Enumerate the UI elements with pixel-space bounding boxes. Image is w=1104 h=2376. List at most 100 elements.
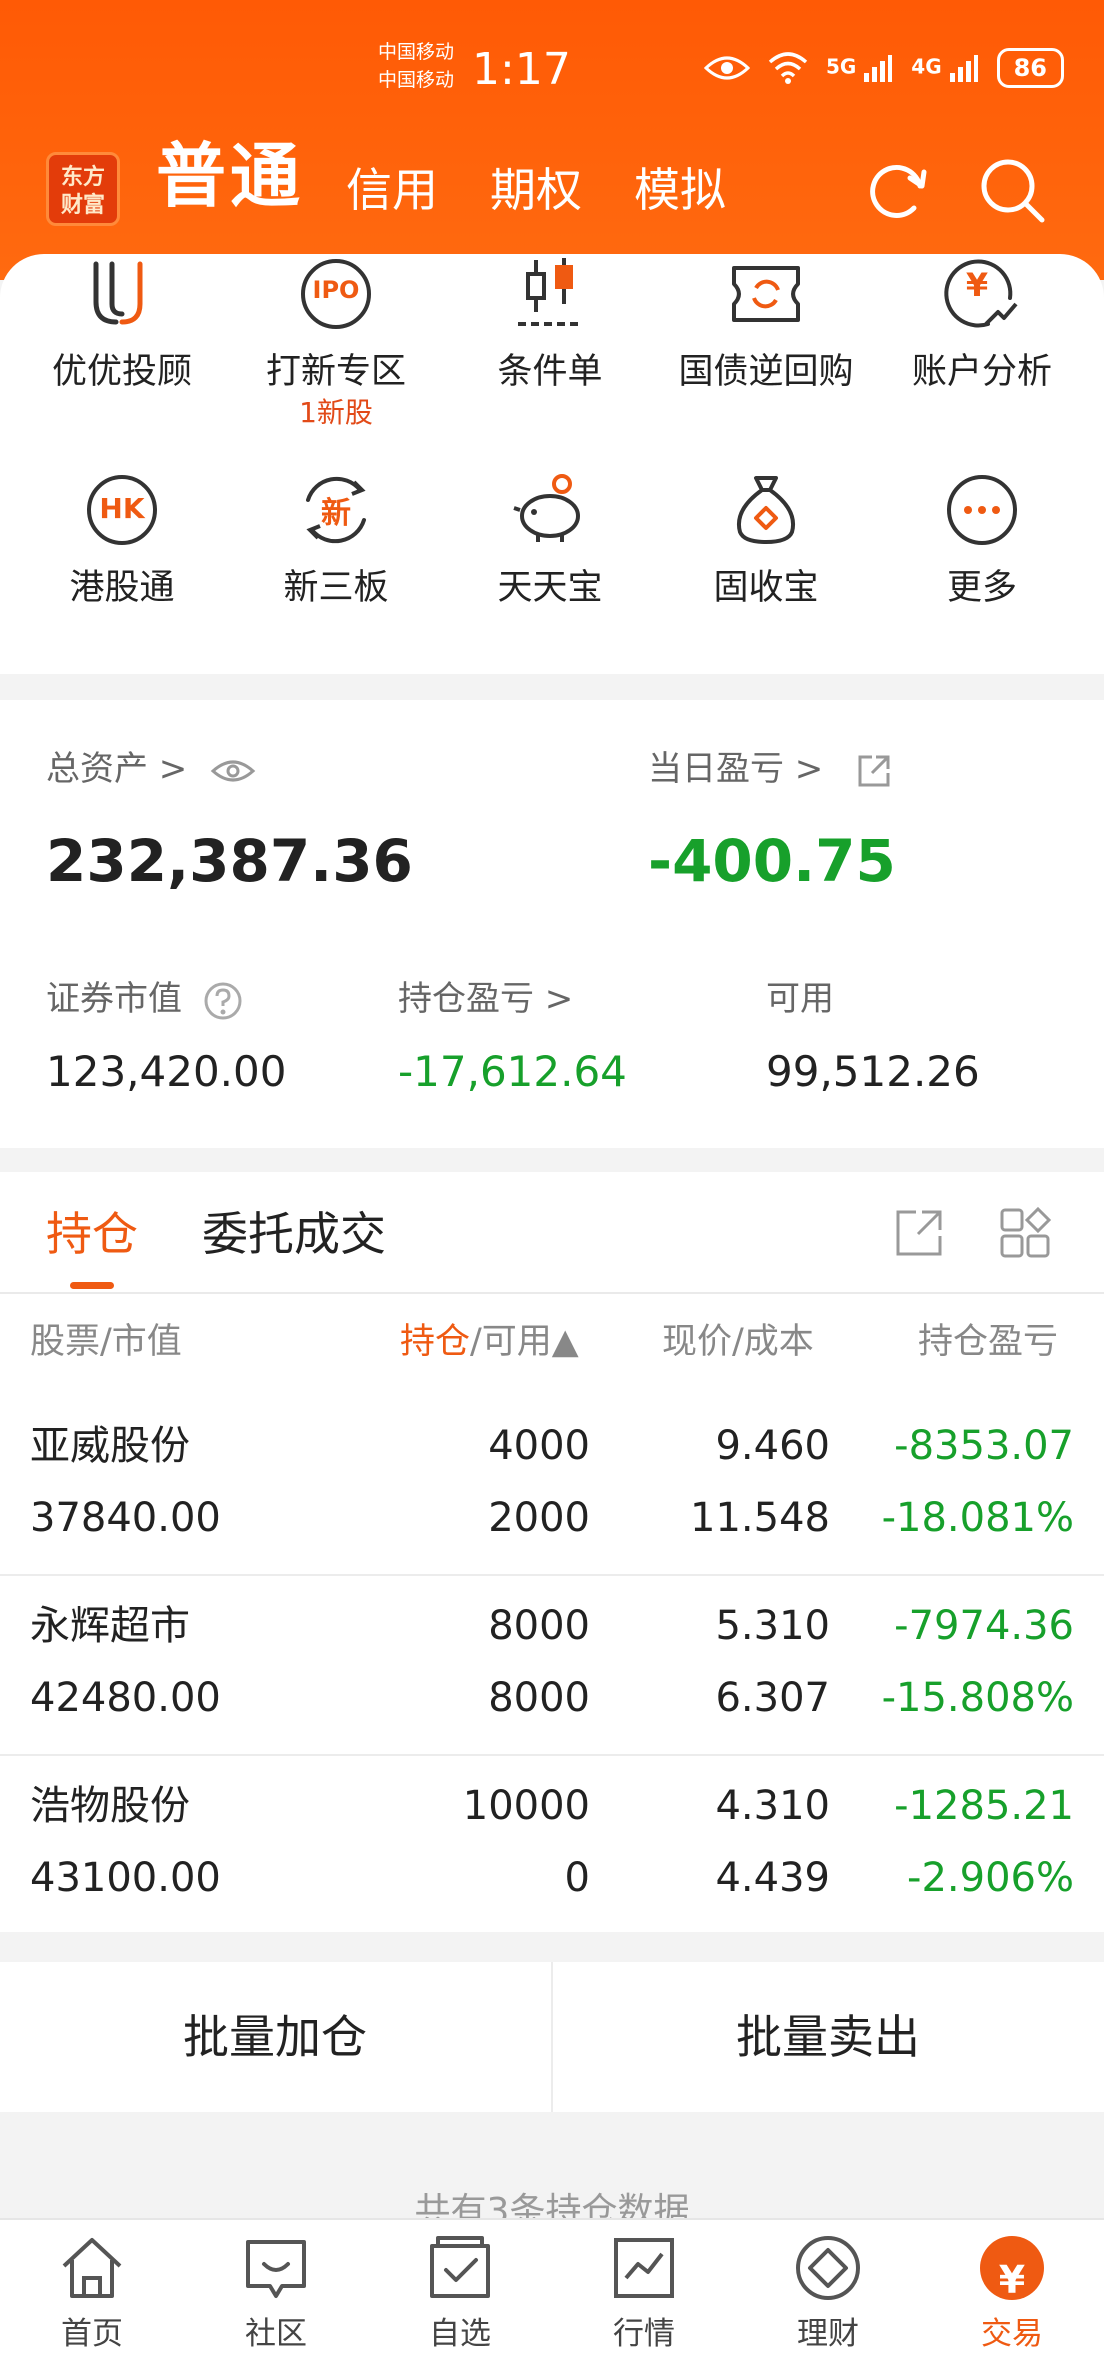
- stock-cost: 6.307: [715, 1675, 830, 1721]
- stock-name: 永辉超市: [30, 1603, 190, 1649]
- nav-label: 理财: [797, 2316, 859, 2352]
- stock-pl: -1285.21: [894, 1783, 1074, 1829]
- nav-home[interactable]: 首页: [12, 2232, 172, 2356]
- stock-pl-percent: -15.808%: [881, 1675, 1074, 1721]
- batch-add-button[interactable]: 批量加仓: [0, 1962, 550, 2112]
- tab-orders[interactable]: 委托成交: [202, 1202, 386, 1266]
- candlestick-icon: [518, 258, 582, 326]
- batch-sell-button[interactable]: 批量卖出: [553, 1962, 1103, 2112]
- share-icon[interactable]: [892, 1206, 946, 1260]
- stock-pl-percent: -18.081%: [881, 1495, 1074, 1541]
- quick-item-label: 港股通: [69, 568, 175, 608]
- refresh-icon[interactable]: [862, 156, 932, 226]
- asset-summary: 总资产 > 232,387.36 当日盈亏 > -400.75 证券市值 123…: [0, 700, 1104, 1148]
- quick-item-neeq[interactable]: 新 新三板: [226, 470, 446, 612]
- signal-4g: 4G: [911, 53, 978, 83]
- uu-advisor-icon: [93, 261, 143, 325]
- new-stock-badge: 1新股: [299, 396, 373, 429]
- col-header-stock: 股票/市值: [30, 1322, 182, 1362]
- tab-holdings[interactable]: 持仓: [46, 1202, 138, 1266]
- quick-item-label: 账户分析: [911, 352, 1052, 392]
- tab-normal[interactable]: 普通: [156, 126, 304, 226]
- help-icon[interactable]: [203, 981, 243, 1021]
- neeq-icon-text: 新: [321, 496, 351, 531]
- nav-watchlist[interactable]: 自选: [380, 2232, 540, 2356]
- table-row[interactable]: 永辉超市 42480.00 8000 8000 5.310 6.307 -797…: [0, 1576, 1104, 1756]
- quick-item-label: 条件单: [497, 352, 603, 392]
- tab-divider: [0, 1292, 1104, 1294]
- quick-item-reverse-repo[interactable]: 国债逆回购: [656, 254, 876, 396]
- stock-available: 2000: [488, 1495, 590, 1541]
- nav-trade[interactable]: ¥ 交易: [932, 2232, 1092, 2356]
- quick-item-label: 新三板: [283, 568, 389, 608]
- holding-pl-label[interactable]: 持仓盈亏 >: [398, 976, 573, 1022]
- quick-item-tiantianbao[interactable]: 天天宝: [440, 470, 660, 612]
- table-row[interactable]: 亚威股份 37840.00 4000 2000 9.460 11.548 -83…: [0, 1396, 1104, 1576]
- tab-credit[interactable]: 信用: [346, 140, 438, 240]
- stock-name: 浩物股份: [30, 1783, 190, 1829]
- total-assets-label[interactable]: 总资产 >: [46, 746, 256, 792]
- more-icon: [947, 475, 1017, 545]
- hk-icon-text: HK: [99, 492, 145, 525]
- total-assets-value: 232,387.36: [46, 827, 413, 895]
- signal-bars-icon: [864, 55, 893, 82]
- available-funds-label: 可用: [766, 979, 834, 1019]
- account-mode-nav: 东方 财富 普通 信用 期权 模拟: [0, 135, 1104, 240]
- stock-market-value: 43100.00: [30, 1855, 221, 1901]
- stock-price: 9.460: [715, 1423, 830, 1469]
- tab-simulated[interactable]: 模拟: [634, 140, 726, 240]
- nav-market[interactable]: 行情: [564, 2232, 724, 2356]
- col-header-pl: 持仓盈亏: [918, 1322, 1059, 1362]
- quick-item-advisor[interactable]: 优优投顾: [12, 254, 232, 396]
- external-link-icon[interactable]: [854, 751, 894, 791]
- stock-cost: 11.548: [690, 1495, 830, 1541]
- eye-icon[interactable]: [210, 756, 256, 786]
- market-value-label[interactable]: 证券市值: [46, 976, 243, 1022]
- market-value: 123,420.00: [46, 1047, 287, 1096]
- quick-item-guoshoubao[interactable]: 固收宝: [656, 470, 876, 612]
- ipo-icon-text: IPO: [312, 276, 360, 304]
- col-header-price: 现价/成本: [662, 1322, 814, 1362]
- stock-market-value: 37840.00: [30, 1495, 221, 1541]
- search-icon[interactable]: [978, 156, 1048, 226]
- nav-community[interactable]: 社区: [196, 2232, 356, 2356]
- nav-wealth[interactable]: 理财: [748, 2232, 908, 2356]
- quick-item-ipo[interactable]: IPO 打新专区 1新股: [226, 254, 446, 430]
- quick-item-hk-connect[interactable]: HK 港股通: [12, 470, 232, 612]
- stock-pl-percent: -2.906%: [907, 1855, 1074, 1901]
- stock-name: 亚威股份: [30, 1423, 190, 1469]
- active-tab-indicator: [70, 1282, 114, 1289]
- quick-item-account-analysis[interactable]: ¥ 账户分析: [872, 254, 1092, 396]
- batch-actions: 批量加仓 批量卖出: [0, 1962, 1104, 2112]
- positions-panel: 持仓 委托成交 股票/市值 持仓/可用▲ 现价/成本 持仓盈亏 亚威股份 378…: [0, 1172, 1104, 1932]
- quick-access-grid: 优优投顾 IPO 打新专区 1新股 条件单 国债逆回购 ¥ 账户分析 HK 港股…: [0, 254, 1104, 674]
- stock-available: 8000: [488, 1675, 590, 1721]
- money-bag-icon: [737, 476, 795, 544]
- wealth-icon: [796, 2236, 860, 2300]
- available-funds-value: 99,512.26: [766, 1047, 980, 1096]
- wifi-icon: [768, 52, 808, 84]
- app-header: 中国移动 中国移动 1:17 5G 4G 86 东方 财富 普通 信用 期权 模…: [0, 0, 1104, 280]
- stock-price: 4.310: [715, 1783, 830, 1829]
- col-header-quantity[interactable]: 持仓/可用▲: [400, 1312, 579, 1372]
- nav-label: 自选: [429, 2316, 491, 2352]
- quick-item-conditional-order[interactable]: 条件单: [440, 254, 660, 396]
- quick-item-label: 更多: [946, 568, 1017, 608]
- grid-layout-icon[interactable]: [998, 1206, 1052, 1260]
- daily-pl-label[interactable]: 当日盈亏 >: [648, 746, 894, 792]
- eye-icon: [703, 56, 750, 80]
- signal-bars-icon: [949, 55, 978, 82]
- quick-item-label: 优优投顾: [51, 352, 192, 392]
- stock-available: 0: [564, 1855, 590, 1901]
- daily-pl-value: -400.75: [648, 827, 896, 895]
- clock: 1:17: [472, 44, 571, 95]
- tab-options[interactable]: 期权: [490, 140, 582, 240]
- app-logo: 东方 财富: [46, 152, 120, 226]
- quick-item-label: 打新专区: [265, 352, 406, 392]
- market-chart-icon: [614, 2238, 674, 2298]
- status-icons: 5G 4G 86: [703, 48, 1064, 88]
- nav-label: 首页: [61, 2316, 123, 2352]
- quick-item-label: 固收宝: [713, 568, 819, 608]
- quick-item-more[interactable]: 更多: [872, 470, 1092, 612]
- table-row[interactable]: 浩物股份 43100.00 10000 0 4.310 4.439 -1285.…: [0, 1756, 1104, 1936]
